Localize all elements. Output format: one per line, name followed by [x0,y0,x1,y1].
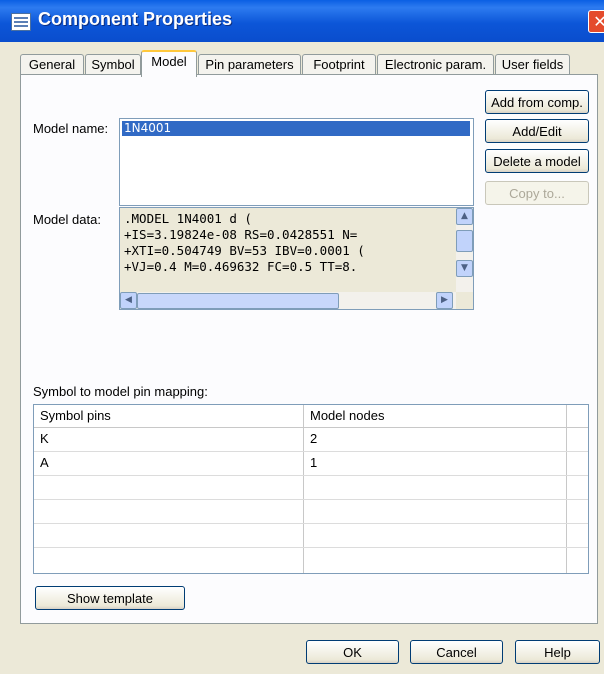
tab-user-fields[interactable]: User fields [495,54,570,75]
pin-mapping-label: Symbol to model pin mapping: [33,384,208,399]
model-data-line: +VJ=0.4 M=0.469632 FC=0.5 TT=8. [124,259,358,274]
table-header: Symbol pins Model nodes [34,405,588,428]
show-template-button[interactable]: Show template [35,586,185,610]
horizontal-scrollbar[interactable]: ◀ ▶ [120,292,456,309]
scroll-down-icon[interactable]: ▼ [456,260,473,277]
pin-mapping-table[interactable]: Symbol pins Model nodes K 2 A 1 [33,404,589,574]
model-list-item[interactable]: 1N4001 [122,121,470,136]
model-name-label: Model name: [33,121,109,136]
ok-button[interactable]: OK [306,640,399,664]
tab-symbol[interactable]: Symbol [85,54,141,75]
column-header-symbol-pins[interactable]: Symbol pins [34,405,304,427]
table-cell-symbol-pin[interactable]: A [34,452,302,474]
tab-footprint[interactable]: Footprint [302,54,376,75]
model-data-line: +IS=3.19824e-08 RS=0.0428551 N= [124,227,358,242]
model-data-text[interactable]: .MODEL 1N4001 d ( +IS=3.19824e-08 RS=0.0… [119,207,474,310]
tab-electronic-param[interactable]: Electronic param. [377,54,494,75]
tab-pin-parameters[interactable]: Pin parameters [198,54,301,75]
window-title: Component Properties [38,9,233,29]
scroll-thumb[interactable] [456,230,473,252]
scroll-right-icon[interactable]: ▶ [436,292,453,309]
scroll-left-icon[interactable]: ◀ [120,292,137,309]
model-data-label: Model data: [33,212,101,227]
row-divider [34,547,588,548]
column-header-model-nodes[interactable]: Model nodes [304,405,564,427]
tab-general[interactable]: General [20,54,84,75]
delete-model-button[interactable]: Delete a model [485,149,589,173]
tab-model[interactable]: Model [141,50,197,77]
row-divider [34,475,588,476]
help-button[interactable]: Help [515,640,600,664]
cancel-button[interactable]: Cancel [410,640,503,664]
model-data-line: +XTI=0.504749 BV=53 IBV=0.0001 ( [124,243,365,258]
table-cell-model-node[interactable]: 2 [304,428,566,450]
component-properties-dialog: Component Properties ✕ General Symbol Mo… [0,0,604,674]
add-edit-button[interactable]: Add/Edit [485,119,589,143]
horizontal-scroll-thumb[interactable] [137,293,339,309]
copy-to-button: Copy to... [485,181,589,205]
add-from-comp-button[interactable]: Add from comp. [485,90,589,114]
vertical-scrollbar[interactable]: ▲ ▼ [456,208,473,292]
row-divider [34,499,588,500]
table-cell-model-node[interactable]: 1 [304,452,566,474]
title-bar: Component Properties ✕ [0,0,604,42]
model-data-line: .MODEL 1N4001 d ( [124,211,252,226]
close-button[interactable]: ✕ [588,10,604,33]
model-name-list[interactable]: 1N4001 [119,118,474,206]
row-divider [34,523,588,524]
window-icon [11,13,31,31]
scroll-up-icon[interactable]: ▲ [456,208,473,225]
table-cell-symbol-pin[interactable]: K [34,428,302,450]
